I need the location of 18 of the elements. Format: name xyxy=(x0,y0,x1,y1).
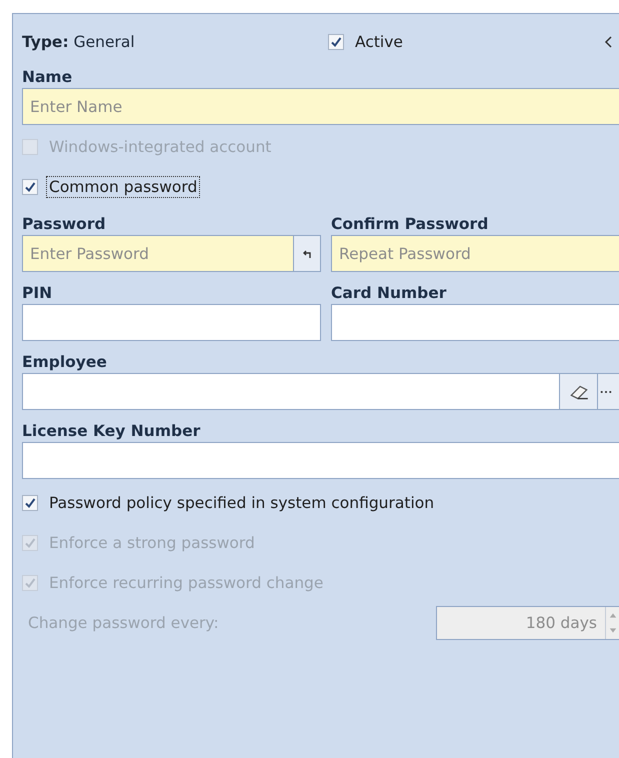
confirm-password-field[interactable]: Repeat Password xyxy=(331,235,619,272)
employee-label: Employee xyxy=(22,352,108,373)
change-interval-label: Change password every: xyxy=(27,614,220,632)
checkbox-label: Common password xyxy=(46,176,200,198)
pin-label: PIN xyxy=(22,283,54,304)
name-label: Name xyxy=(22,67,74,88)
checkbox-label: Enforce recurring password change xyxy=(48,573,324,594)
card-number-label: Card Number xyxy=(331,283,448,304)
name-field[interactable]: Enter Name xyxy=(22,88,619,125)
password-field[interactable]: Enter Password xyxy=(22,235,294,272)
license-key-label: License Key Number xyxy=(22,421,202,442)
checkbox-label: Windows-integrated account xyxy=(48,137,272,158)
active-label: Active xyxy=(354,32,404,53)
confirm-password-label: Confirm Password xyxy=(331,214,490,235)
type-label: Type: General xyxy=(22,33,136,51)
checkbox-label: Password policy specified in system configuration xyxy=(48,493,436,514)
checkbox-label: Enforce a strong password xyxy=(48,533,256,554)
password-label: Password xyxy=(22,214,107,235)
